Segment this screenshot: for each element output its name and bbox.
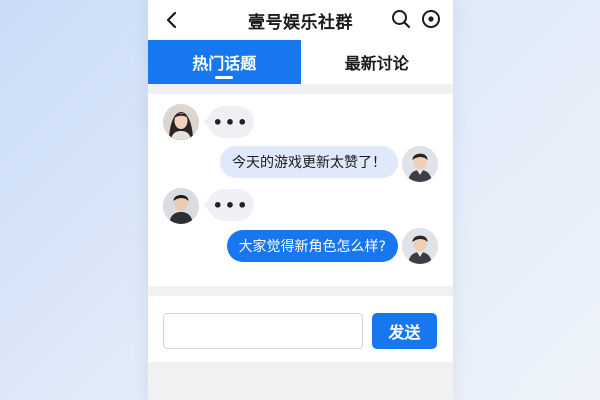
typing-bubble: ••• [208,106,254,138]
bubble-tail [391,156,398,168]
phone-frame: 壹号娱乐社群 热门话题 最新讨论 ••• 今天的游戏更新太赞了！ ••• 大家觉… [148,0,453,400]
tab-latest-discussions[interactable]: 最新讨论 [300,40,453,84]
more-circle-icon [422,10,440,28]
search-button[interactable] [390,8,412,30]
page-title: 壹号娱乐社群 [248,12,353,33]
chat-area: ••• 今天的游戏更新太赞了！ ••• 大家觉得新角色怎么样? [148,94,453,286]
back-button[interactable] [160,8,184,32]
search-icon [392,10,411,29]
female-avatar [163,104,199,140]
male-avatar [402,146,438,182]
message-input[interactable] [163,313,363,349]
male-avatar-2 [163,188,199,224]
more-button[interactable] [420,8,442,30]
divider [148,286,453,296]
bottom-area [148,362,453,400]
divider [148,84,453,94]
chevron-left-icon [166,11,177,29]
send-button[interactable]: 发送 [372,313,437,349]
tab-hot-topics[interactable]: 热门话题 [148,40,301,84]
message-bubble: 大家觉得新角色怎么样? [226,230,398,262]
tab-bar: 热门话题 最新讨论 [148,40,453,84]
male-avatar [402,228,438,264]
bubble-tail [391,240,398,252]
typing-bubble: ••• [208,189,254,221]
app-header: 壹号娱乐社群 [148,0,453,40]
composer: 发送 [148,296,453,362]
message-bubble: 今天的游戏更新太赞了！ [220,146,398,178]
